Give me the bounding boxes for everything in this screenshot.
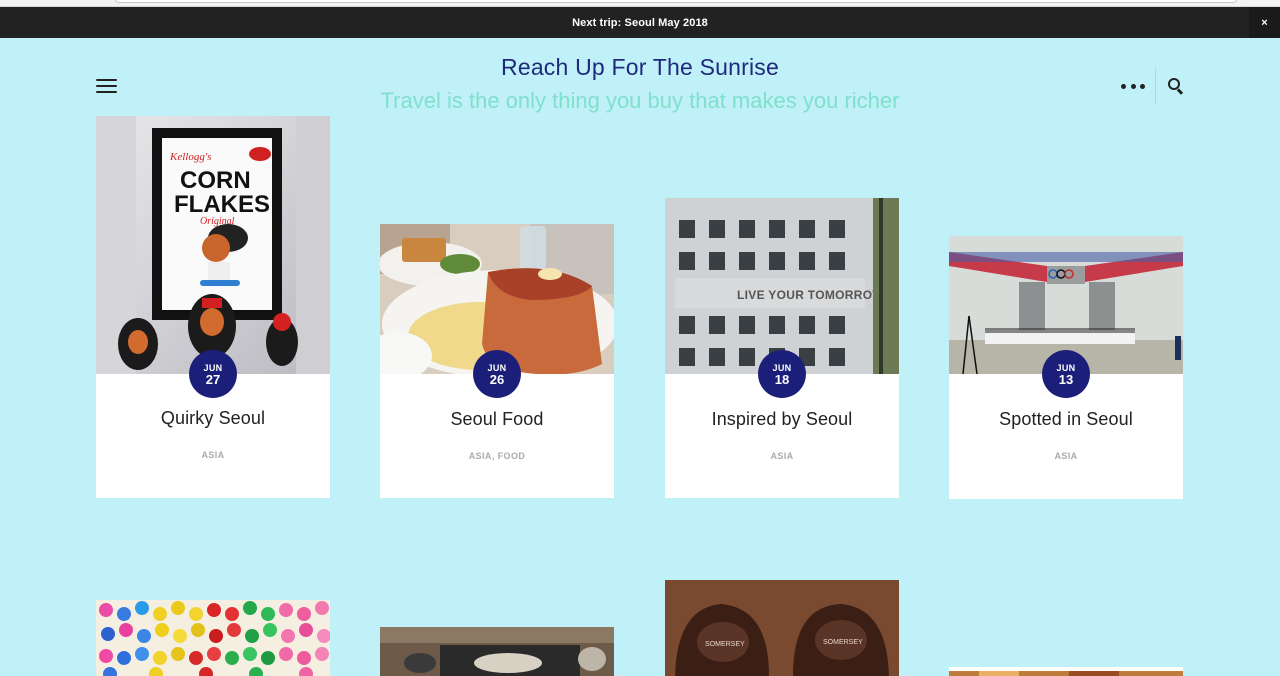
post-card-inspired-by-seoul[interactable]: LIVE YOUR TOMORROW JUN 18 Inspired by Se… <box>665 198 899 498</box>
svg-text:SOMERSEY: SOMERSEY <box>705 641 745 648</box>
site-title[interactable]: Reach Up For The Sunrise <box>0 54 1280 81</box>
post-thumbnail[interactable] <box>380 627 614 676</box>
date-day: 13 <box>1058 371 1074 387</box>
post-card-seoul-food[interactable]: JUN 26 Seoul Food ASIA, FOOD <box>380 224 614 498</box>
date-month: JUN <box>487 362 507 373</box>
header-divider <box>1155 67 1156 104</box>
post-thumbnail[interactable] <box>96 600 330 676</box>
post-card-quirky-seoul[interactable]: Kellogg's CORN FLAKES Original JUN 27 Qu… <box>96 116 330 498</box>
announcement-bar: Next trip: Seoul May 2018 × <box>0 7 1280 38</box>
date-badge: JUN 26 <box>473 350 521 398</box>
close-icon: × <box>1261 16 1268 29</box>
post-card-spotted-in-seoul[interactable]: JUN 13 Spotted in Seoul ASIA <box>949 236 1183 499</box>
date-badge: JUN 27 <box>189 350 237 398</box>
post-title[interactable]: Spotted in Seoul <box>949 409 1183 430</box>
announcement-text: Next trip: Seoul May 2018 <box>572 16 708 29</box>
announcement-close-button[interactable]: × <box>1249 7 1280 38</box>
date-month: JUN <box>203 362 223 373</box>
svg-text:CORN: CORN <box>180 167 251 194</box>
post-thumbnail[interactable]: Kellogg's CORN FLAKES Original <box>96 116 330 374</box>
post-card-shoes[interactable]: SOMERSEY SOMERSEY <box>665 580 899 676</box>
site-description: Travel is the only thing you buy that ma… <box>380 88 900 113</box>
category-link[interactable]: ASIA <box>770 451 793 461</box>
post-thumbnail[interactable] <box>949 667 1183 676</box>
category-link[interactable]: FOOD <box>498 451 526 461</box>
date-month: JUN <box>1056 362 1076 373</box>
post-title[interactable]: Seoul Food <box>380 409 614 430</box>
date-day: 26 <box>489 371 505 387</box>
category-link[interactable]: ASIA <box>469 451 492 461</box>
date-badge: JUN 18 <box>758 350 806 398</box>
post-categories: ASIA <box>949 451 1183 461</box>
post-card-market[interactable] <box>949 667 1183 676</box>
svg-text:LIVE YOUR TOMORROW: LIVE YOUR TOMORROW <box>737 288 884 302</box>
category-link[interactable]: ASIA <box>201 450 224 460</box>
post-categories: ASIA, FOOD <box>468 451 526 461</box>
post-title[interactable]: Quirky Seoul <box>96 408 330 429</box>
category-link[interactable]: ASIA <box>1054 451 1077 461</box>
svg-text:SOMERSEY: SOMERSEY <box>823 639 863 646</box>
date-month: JUN <box>772 362 792 373</box>
date-badge: JUN 13 <box>1042 350 1090 398</box>
ellipsis-icon[interactable] <box>1121 78 1145 94</box>
date-day: 27 <box>205 371 221 387</box>
post-categories: ASIA <box>96 450 330 460</box>
search-icon[interactable] <box>1167 77 1185 95</box>
post-card-dessert[interactable] <box>380 627 614 676</box>
post-card-buttons[interactable] <box>96 600 330 676</box>
browser-address-strip <box>0 0 1280 7</box>
address-bar-edge[interactable] <box>115 0 1237 3</box>
post-thumbnail[interactable]: SOMERSEY SOMERSEY <box>665 580 899 676</box>
svg-text:Kellogg's: Kellogg's <box>169 151 211 163</box>
post-thumbnail[interactable]: LIVE YOUR TOMORROW <box>665 198 899 374</box>
date-day: 18 <box>774 371 790 387</box>
svg-text:FLAKES: FLAKES <box>174 191 270 218</box>
post-categories: ASIA <box>665 451 899 461</box>
post-title[interactable]: Inspired by Seoul <box>665 409 899 430</box>
